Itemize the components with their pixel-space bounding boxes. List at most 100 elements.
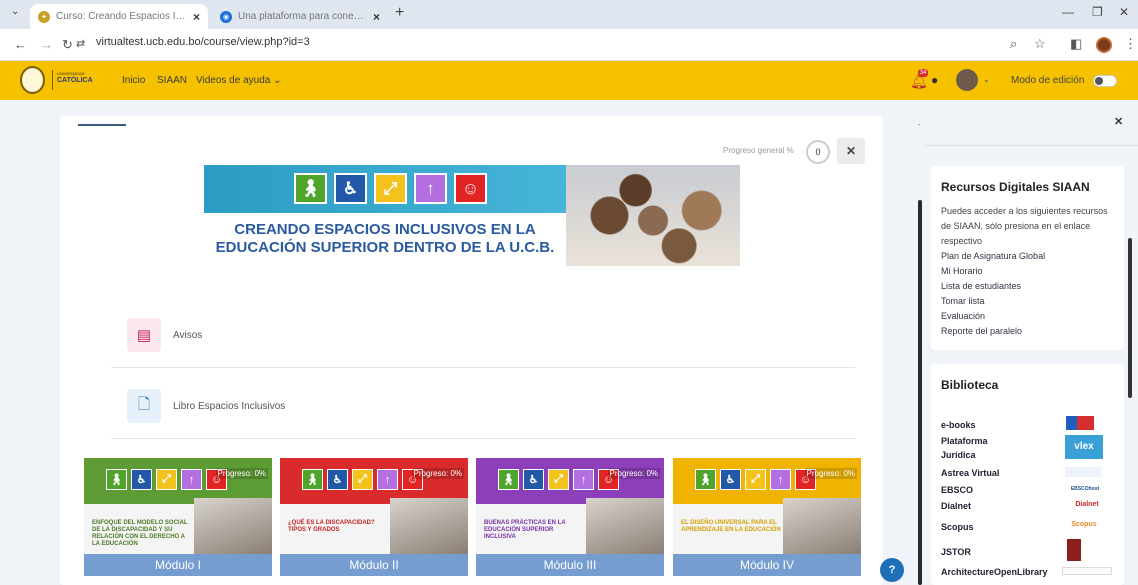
close-course-index-button[interactable]: ✕ (837, 138, 865, 164)
banner-students-photo (566, 165, 740, 266)
edit-mode-toggle[interactable] (1093, 75, 1117, 87)
arrow-up-icon: ↑ (181, 469, 202, 490)
siaan-link-plan-asignatura[interactable]: Plan de Asignatura Global (941, 251, 1045, 261)
module-topic-text: EL DISEÑO UNIVERSAL PARA EL APRENDIZAJE … (681, 520, 781, 533)
tab-close-icon[interactable]: × (373, 10, 380, 24)
book-page-icon: 🗋 (127, 389, 161, 423)
banner-title-area: CREANDO ESPACIOS INCLUSIVOS EN LA EDUCAC… (204, 213, 566, 266)
siaan-block: Recursos Digitales SIAAN Puedes acceder … (931, 166, 1124, 350)
siaan-link-reporte-paralelo[interactable]: Reporte del paralelo (941, 326, 1022, 336)
tab-close-icon[interactable]: × (193, 10, 200, 24)
ebsco-logo[interactable]: EBSCOhost (1065, 484, 1105, 494)
arrow-up-icon: ↑ (377, 469, 398, 490)
course-banner: 🚶︎ ♿︎ ⤢ ↑ ☺ CREANDO ESPACIOS INCLUSIVOS … (204, 165, 740, 266)
arrow-up-icon: ↑ (770, 469, 791, 490)
astrea-logo[interactable] (1065, 467, 1101, 477)
expand-arrows-icon: ⤢ (156, 469, 177, 490)
nav-inicio[interactable]: Inicio (122, 75, 145, 86)
module-photo (194, 498, 272, 554)
library-item-ebooks[interactable]: e-books (941, 418, 976, 432)
nav-videos-ayuda[interactable]: Videos de ayuda ⌄ (196, 75, 282, 86)
reload-icon[interactable]: ↻ (62, 37, 73, 53)
wheelchair-icon: ♿︎ (334, 173, 367, 204)
new-tab-icon[interactable]: + (395, 4, 404, 22)
bookmark-star-icon[interactable]: ☆ (1034, 36, 1046, 52)
library-item-plataforma-juridica[interactable]: Plataforma Jurídica (941, 434, 1011, 462)
module-topic-text: ENFOQUE DEL MODELO SOCIAL DE LA DISCAPAC… (92, 520, 188, 547)
activity-avisos[interactable]: ▤ Avisos (127, 317, 202, 353)
architecture-open-library-logo[interactable] (1062, 567, 1112, 575)
browser-tab-active[interactable]: ✦ Curso: Creando Espacios Inclus × (30, 4, 208, 29)
nav-siaan[interactable]: SIAAN (157, 75, 187, 86)
activity-libro[interactable]: 🗋 Libro Espacios Inclusivos (127, 388, 285, 424)
biblioteca-block: Biblioteca e-books Plataforma Jurídica A… (931, 364, 1124, 585)
walking-person-icon: 🚶︎ (498, 469, 519, 490)
module-topic-text: ¿QUÉ ES LA DISCAPACIDAD? TIPOS Y GRADOS (288, 520, 375, 533)
back-icon[interactable]: ← (14, 37, 27, 52)
jstor-logo[interactable] (1067, 539, 1081, 561)
zoom-icon[interactable]: ⌕ (1010, 36, 1017, 52)
wheelchair-icon: ♿︎ (523, 469, 544, 490)
site-navbar: UNIVERSIDAD CATÓLICA Inicio SIAAN Videos … (0, 61, 1138, 100)
forum-icon: ▤ (127, 318, 161, 352)
arrow-up-icon: ↑ (414, 173, 447, 204)
activity-label[interactable]: Avisos (173, 330, 202, 341)
url-field[interactable]: virtualtest.ucb.edu.bo/course/view.php?i… (96, 36, 310, 48)
walking-person-icon: 🚶︎ (294, 173, 327, 204)
messages-icon[interactable]: ● (931, 73, 938, 87)
module-label[interactable]: Módulo IV (673, 554, 861, 576)
banner-icon-strip: 🚶︎ ♿︎ ⤢ ↑ ☺ (204, 165, 566, 213)
forward-icon[interactable]: → (40, 37, 53, 52)
wheelchair-icon: ♿︎ (131, 469, 152, 490)
browser-profile-avatar[interactable] (1096, 37, 1112, 53)
user-avatar[interactable] (956, 69, 978, 91)
site-favicon-icon: ◉ (220, 10, 232, 23)
siaan-link-mi-horario[interactable]: Mi Horario (941, 266, 983, 276)
activity-label[interactable]: Libro Espacios Inclusivos (173, 401, 285, 412)
expand-arrows-icon: ⤢ (352, 469, 373, 490)
drawer-close-icon[interactable]: ✕ (1114, 115, 1123, 128)
siaan-link-evaluacion[interactable]: Evaluación (941, 311, 985, 321)
ebooks-logo[interactable] (1066, 416, 1094, 430)
site-info-icon[interactable]: ⇄ (76, 37, 85, 50)
module-card-4[interactable]: 🚶︎ ♿︎ ⤢ ↑ ☺ Progreso: 0% EL DISEÑO UNIVE… (673, 458, 861, 576)
library-item-ebsco[interactable]: EBSCO (941, 483, 973, 497)
module-label[interactable]: Módulo I (84, 554, 272, 576)
library-item-dialnet[interactable]: Dialnet (941, 499, 971, 513)
main-scrollbar[interactable] (918, 200, 922, 585)
university-logo-text[interactable]: UNIVERSIDAD CATÓLICA (52, 70, 98, 90)
notification-count-badge: 34 (918, 69, 928, 77)
overall-progress-label: Progreso general % (723, 146, 794, 155)
browser-menu-icon[interactable]: ⋮ (1124, 36, 1137, 52)
siaan-link-lista-estudiantes[interactable]: Lista de estudiantes (941, 281, 1021, 291)
window-close-icon[interactable]: ✕ (1119, 5, 1129, 19)
side-panel-icon[interactable]: ◧ (1070, 36, 1082, 52)
library-item-jstor[interactable]: JSTOR (941, 545, 971, 559)
module-progress: Progreso: 0% (607, 468, 660, 479)
library-item-architecture-open-library[interactable]: ArchitectureOpenLibrary (941, 565, 1048, 579)
user-menu-chevron-icon[interactable]: ⌄ (983, 75, 990, 84)
minimize-icon[interactable]: — (1062, 5, 1074, 19)
tab-search-icon[interactable]: ⌄ (11, 6, 19, 17)
browser-tab-inactive[interactable]: ◉ Una plataforma para conectar × (212, 4, 388, 29)
module-label[interactable]: Módulo II (280, 554, 468, 576)
module-card-1[interactable]: 🚶︎ ♿︎ ⤢ ↑ ☺ Progreso: 0% ENFOQUE DEL MOD… (84, 458, 272, 576)
siaan-link-tomar-lista[interactable]: Tomar lista (941, 296, 985, 306)
scopus-logo[interactable]: Scopus (1065, 516, 1103, 534)
drawer-scrollbar[interactable] (1128, 238, 1132, 398)
module-label[interactable]: Módulo III (476, 554, 664, 576)
library-item-scopus[interactable]: Scopus (941, 520, 974, 534)
help-question-icon[interactable]: ? (880, 558, 904, 582)
library-item-astrea[interactable]: Astrea Virtual (941, 466, 999, 480)
wheelchair-icon: ♿︎ (720, 469, 741, 490)
vlex-logo[interactable]: vlex (1065, 435, 1103, 459)
module-card-3[interactable]: 🚶︎ ♿︎ ⤢ ↑ ☺ Progreso: 0% BUENAS PRÁCTICA… (476, 458, 664, 576)
walking-person-icon: 🚶︎ (106, 469, 127, 490)
head-mind-icon: ☺ (454, 173, 487, 204)
dialnet-logo[interactable]: Dialnet (1065, 500, 1109, 510)
restore-icon[interactable]: ❐ (1092, 5, 1103, 19)
module-card-2[interactable]: 🚶︎ ♿︎ ⤢ ↑ ☺ Progreso: 0% ¿QUÉ ES LA DISC… (280, 458, 468, 576)
expand-arrows-icon: ⤢ (745, 469, 766, 490)
university-seal-logo[interactable] (20, 66, 45, 94)
scroll-marker: - (918, 120, 921, 129)
